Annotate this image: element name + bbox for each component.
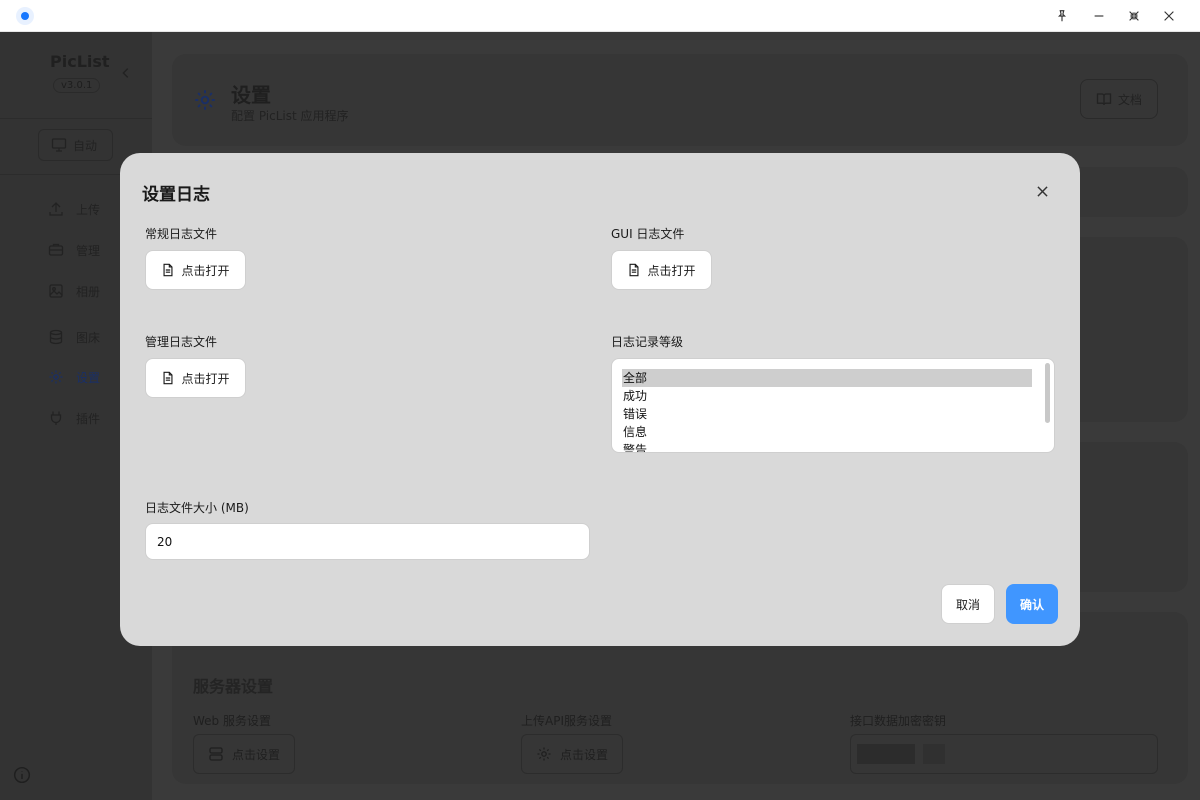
briefcase-icon (48, 243, 64, 256)
header-card (172, 54, 1188, 146)
database-icon (49, 329, 63, 345)
log-size-input[interactable] (145, 523, 590, 560)
theme-auto-label: 自动 (73, 138, 98, 153)
log-level-option[interactable]: 信息 (622, 423, 1032, 441)
encrypt-key-label: 接口数据加密密钥 (850, 714, 947, 728)
settings-gear-icon (193, 88, 217, 116)
info-icon[interactable] (13, 766, 31, 788)
file-icon (163, 263, 173, 277)
docs-button-label: 文档 (1117, 92, 1142, 107)
brand-name: PicList (50, 52, 110, 71)
app-logo-icon (16, 7, 34, 25)
sidebar-item-label: 设置 (76, 370, 101, 385)
web-service-button-label: 点击设置 (232, 747, 281, 762)
log-settings-dialog: 设置日志 常规日志文件 点击打开 GUI 日志文件 点击打开 管理日志文件 点击… (120, 153, 1080, 646)
restore-icon[interactable] (1122, 4, 1146, 28)
manage-log-label: 管理日志文件 (145, 335, 218, 349)
open-button-label: 点击打开 (647, 263, 696, 278)
cancel-button[interactable]: 取消 (941, 584, 995, 624)
dialog-title: 设置日志 (142, 185, 210, 205)
web-service-label: Web 服务设置 (193, 714, 271, 728)
upload-api-button[interactable]: 点击设置 (521, 734, 623, 774)
upload-api-button-label: 点击设置 (560, 747, 609, 762)
page-subtitle: 配置 PicList 应用程序 (231, 109, 349, 123)
theme-auto-button[interactable]: 自动 (38, 129, 113, 161)
chevron-left-icon[interactable] (119, 66, 133, 84)
server-icon (209, 747, 223, 761)
log-level-option[interactable]: 全部 (622, 369, 1032, 387)
gear-icon (49, 370, 63, 384)
close-window-icon[interactable] (1157, 4, 1181, 28)
file-icon (163, 371, 173, 385)
log-level-option[interactable]: 成功 (622, 387, 1032, 405)
gear-icon (537, 747, 551, 761)
sidebar-item-label: 管理 (76, 243, 101, 258)
version-badge: v3.0.1 (53, 78, 101, 93)
plug-icon (50, 411, 62, 425)
docs-button[interactable]: 文档 (1080, 79, 1158, 119)
web-service-button[interactable]: 点击设置 (193, 734, 295, 774)
log-level-option[interactable]: 错误 (622, 405, 1032, 423)
book-icon (1096, 93, 1112, 106)
log-level-label: 日志记录等级 (611, 335, 684, 349)
log-size-label: 日志文件大小 (MB) (145, 501, 249, 515)
confirm-button[interactable]: 确认 (1006, 584, 1058, 624)
sidebar-item-label: 图床 (76, 330, 101, 345)
log-level-select[interactable]: 全部 成功 错误 信息 警告 (611, 358, 1055, 453)
encrypt-key-input[interactable] (850, 734, 1158, 774)
scrollbar[interactable] (1045, 363, 1050, 423)
sidebar-item-label: 上传 (76, 202, 101, 217)
open-button-label: 点击打开 (181, 263, 230, 278)
open-button-label: 点击打开 (181, 371, 230, 386)
gallery-icon (49, 284, 63, 298)
open-gui-log-button[interactable]: 点击打开 (611, 250, 712, 290)
server-section-title: 服务器设置 (193, 677, 274, 696)
page-title: 设置 (231, 83, 271, 107)
log-level-option[interactable]: 警告 (622, 441, 1032, 452)
open-regular-log-button[interactable]: 点击打开 (145, 250, 246, 290)
regular-log-label: 常规日志文件 (145, 227, 218, 241)
redacted-key (857, 744, 915, 764)
gui-log-label: GUI 日志文件 (611, 227, 685, 241)
upload-icon (49, 202, 63, 216)
upload-api-label: 上传API服务设置 (521, 714, 612, 728)
title-bar (0, 0, 1200, 32)
divider (0, 118, 152, 119)
sidebar-item-label: 相册 (76, 284, 101, 299)
file-icon (629, 263, 639, 277)
redacted-key (923, 744, 945, 764)
open-manage-log-button[interactable]: 点击打开 (145, 358, 246, 398)
close-icon[interactable] (1033, 182, 1051, 200)
pin-icon[interactable] (1050, 4, 1074, 28)
sidebar-item-label: 插件 (76, 411, 101, 426)
monitor-icon (51, 138, 67, 152)
minimize-icon[interactable] (1087, 4, 1111, 28)
